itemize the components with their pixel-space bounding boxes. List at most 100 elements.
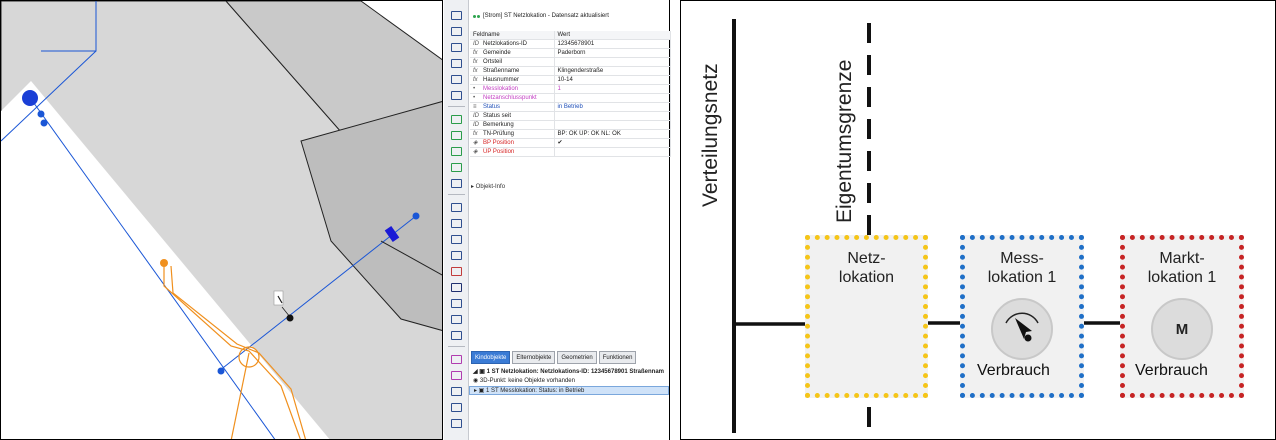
label-verteilungsnetz: Verteilungsnetz <box>699 63 722 207</box>
select-tool-icon[interactable] <box>448 8 465 22</box>
network-node[interactable] <box>37 110 45 118</box>
verbrauch-label: Verbrauch <box>977 362 1050 379</box>
measure-tool-icon[interactable] <box>448 40 465 54</box>
label-eigentumsgrenze: Eigentumsgrenze <box>833 59 856 223</box>
toolbar-separator <box>448 346 465 347</box>
chart-tool-icon[interactable] <box>448 296 465 310</box>
grid-tool-icon[interactable] <box>448 176 465 190</box>
draw-tool-icon[interactable] <box>448 216 465 230</box>
attribute-row[interactable]: ◈ ÜP Position <box>470 147 671 157</box>
column-header-feldname: Feldname <box>470 31 555 40</box>
messlokation-box: Mess- lokation 1 Verbrauch <box>960 235 1084 398</box>
toolbar-separator <box>448 106 465 107</box>
attribute-value[interactable]: 10-14 <box>554 75 671 85</box>
attribute-name: Straßenname <box>483 68 520 74</box>
field-type-icon: fx <box>473 77 478 83</box>
table-tool-icon[interactable] <box>448 328 465 342</box>
attribute-row[interactable]: • Messlokation 1 <box>470 84 671 94</box>
export-tool-icon[interactable] <box>448 416 465 430</box>
attribute-name-cell: fx TN-Prüfung <box>470 129 555 139</box>
attribute-row[interactable]: ID Netzlokations-ID 12345678901 <box>470 39 671 49</box>
attribute-row[interactable]: fx Straßenname Klingenderstraße <box>470 66 671 76</box>
attribute-row[interactable]: • Netzanschlusspunkt <box>470 93 671 103</box>
attribute-value[interactable]: ✔ <box>554 138 671 148</box>
attribute-value[interactable]: Paderborn <box>554 48 671 58</box>
attribute-value[interactable]: 1 <box>554 84 671 94</box>
network-node[interactable] <box>22 90 38 106</box>
edit-tool-icon[interactable] <box>448 144 465 158</box>
attribute-name: Bemerkung <box>483 122 514 128</box>
network-node[interactable] <box>412 212 420 220</box>
attribute-name: Netzlokations-ID <box>483 41 528 47</box>
merge-tool-icon[interactable] <box>448 368 465 382</box>
verbrauch-label: Verbrauch <box>1135 362 1208 379</box>
attribute-value[interactable]: 12345678901 <box>554 39 671 49</box>
attribute-row[interactable]: ID Bemerkung <box>470 120 671 130</box>
line-tool-icon[interactable] <box>448 128 465 142</box>
field-type-icon: ◈ <box>473 149 478 155</box>
attribute-row[interactable]: fx Hausnummer 10-14 <box>470 75 671 85</box>
layer-tool-icon[interactable] <box>448 24 465 38</box>
attribute-name: Hausnummer <box>483 77 520 83</box>
attribute-row[interactable]: ◈ BP Position ✔ <box>470 138 671 148</box>
attribute-row[interactable]: fx Gemeinde Paderborn <box>470 48 671 58</box>
object-tree: ◢ ▣ 1 ST Netzlokation: Netzlokations-ID:… <box>469 368 669 395</box>
netzlokation-point[interactable] <box>286 314 294 322</box>
point-tool-icon[interactable] <box>448 56 465 70</box>
attribute-row[interactable]: ≡ Status in Betrieb <box>470 102 671 112</box>
stack-tool-icon[interactable] <box>448 232 465 246</box>
map-drawing <box>1 1 442 439</box>
table-header-row: Feldname Wert <box>470 31 671 40</box>
move-tool-icon[interactable] <box>448 160 465 174</box>
attribute-value[interactable]: BP: OK ÜP: OK NL: OK <box>554 129 671 139</box>
tab-funktionen[interactable]: Funktionen <box>598 351 637 364</box>
attribute-value[interactable] <box>554 120 671 130</box>
gauge-needle-icon <box>1005 312 1039 342</box>
attribute-name-cell: ≡ Status <box>470 102 555 112</box>
gas-node[interactable] <box>160 259 168 267</box>
toolbar-separator <box>448 194 465 195</box>
attribute-row[interactable]: ID Status seit <box>470 111 671 121</box>
marktlokation-box: Markt- lokation 1 M Verbrauch <box>1120 235 1244 398</box>
tree-item-messlokation[interactable]: ▸ ▣ 1 ST Messlokation: Status: in Betrie… <box>469 386 669 395</box>
network-node[interactable] <box>40 119 48 127</box>
attribute-value[interactable] <box>554 147 671 157</box>
object-info-toggle[interactable]: ▸ Objekt-Info <box>471 183 505 190</box>
flip-tool-icon[interactable] <box>448 400 465 414</box>
map-canvas[interactable] <box>0 0 443 440</box>
tree-item-3d-punkt[interactable]: ◉ 3D-Punkt: keine Objekte vorhanden <box>469 377 669 386</box>
attribute-value[interactable]: in Betrieb <box>554 102 671 112</box>
field-type-icon: ◈ <box>473 140 478 146</box>
field-type-icon: fx <box>473 131 478 137</box>
attribute-row[interactable]: fx TN-Prüfung BP: OK ÜP: OK NL: OK <box>470 129 671 139</box>
tab-kindobjekte[interactable]: Kindobjekte <box>471 351 511 364</box>
attribute-value[interactable] <box>554 57 671 67</box>
lock-icon[interactable] <box>448 112 465 126</box>
tree-item-netzlokation[interactable]: ◢ ▣ 1 ST Netzlokation: Netzlokations-ID:… <box>469 368 669 377</box>
snap-tool-icon[interactable] <box>448 88 465 102</box>
object-tool-icon[interactable] <box>448 280 465 294</box>
attribute-value[interactable] <box>554 93 671 103</box>
tab-geometrien[interactable]: Geometrien <box>557 351 597 364</box>
attribute-value[interactable]: Klingenderstraße <box>554 66 671 76</box>
split-tool-icon[interactable] <box>448 384 465 398</box>
attribute-name: Status <box>483 104 501 110</box>
pipe-tool-icon[interactable] <box>448 264 465 278</box>
field-type-icon: ID <box>473 41 479 47</box>
attribute-name-cell: ID Netzlokations-ID <box>470 39 555 49</box>
attribute-value[interactable] <box>554 111 671 121</box>
meter-gauge-icon <box>991 298 1053 360</box>
tab-elternobjekte[interactable]: Elternobjekte <box>512 351 556 364</box>
angle-tool-icon[interactable] <box>448 72 465 86</box>
attribute-name-cell: ID Status seit <box>470 111 555 121</box>
box-title: Markt- lokation 1 <box>1147 250 1217 286</box>
node-tool-icon[interactable] <box>448 248 465 262</box>
attribute-name: Status seit <box>483 113 512 119</box>
link-tool-icon[interactable] <box>448 352 465 366</box>
network-node[interactable] <box>217 367 225 375</box>
attribute-name: TN-Prüfung <box>483 131 515 137</box>
connect-tool-icon[interactable] <box>448 200 465 214</box>
route-tool-icon[interactable] <box>448 312 465 326</box>
attribute-row[interactable]: fx Ortsteil <box>470 57 671 67</box>
field-type-icon: • <box>473 95 476 101</box>
